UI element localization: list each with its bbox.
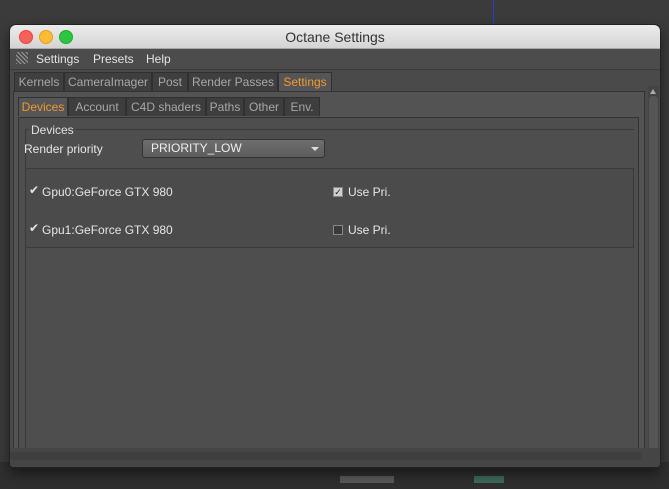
scroll-up-icon[interactable] bbox=[650, 89, 656, 94]
tab-kernels[interactable]: Kernels bbox=[14, 72, 64, 91]
tab-paths[interactable]: Paths bbox=[206, 97, 244, 116]
gpu0-enabled-check-icon[interactable]: ✔ bbox=[29, 183, 39, 197]
gpu1-use-pri-checkbox[interactable] bbox=[333, 225, 343, 235]
tab-env[interactable]: Env. bbox=[284, 97, 320, 116]
background-line bbox=[493, 0, 494, 26]
menu-settings[interactable]: Settings bbox=[36, 52, 79, 66]
gpu0-name: Gpu0:GeForce GTX 980 bbox=[42, 185, 173, 199]
menu-bar: Settings Presets Help bbox=[10, 49, 660, 70]
gpu1-name: Gpu1:GeForce GTX 980 bbox=[42, 223, 173, 237]
render-priority-value: PRIORITY_LOW bbox=[151, 141, 242, 155]
gpu0-use-pri-label: Use Pri. bbox=[348, 185, 391, 199]
tab-post[interactable]: Post bbox=[152, 72, 188, 91]
vertical-scrollbar[interactable] bbox=[648, 86, 659, 466]
tab-other[interactable]: Other bbox=[244, 97, 284, 116]
background-blob bbox=[340, 476, 394, 483]
window-title: Octane Settings bbox=[285, 29, 385, 45]
menu-presets[interactable]: Presets bbox=[93, 52, 134, 66]
tab-account[interactable]: Account bbox=[68, 97, 126, 116]
background-blob bbox=[474, 476, 504, 483]
menu-help[interactable]: Help bbox=[146, 52, 171, 66]
gpu1-use-pri-label: Use Pri. bbox=[348, 223, 391, 237]
status-bar bbox=[10, 448, 660, 467]
tab-cameraimager[interactable]: CameraImager bbox=[64, 72, 152, 91]
tab-c4d-shaders[interactable]: C4D shaders bbox=[126, 97, 206, 116]
devices-panel: Devices Render priority PRIORITY_LOW ✔ G… bbox=[18, 117, 639, 461]
settings-panel: Devices Account C4D shaders Paths Other … bbox=[13, 91, 645, 465]
render-priority-label: Render priority bbox=[24, 142, 103, 156]
grip-icon[interactable] bbox=[16, 52, 28, 64]
render-priority-dropdown[interactable]: PRIORITY_LOW bbox=[142, 139, 325, 158]
tab-render-passes[interactable]: Render Passes bbox=[188, 72, 278, 91]
gpu0-use-pri-checkbox[interactable]: ✓ bbox=[333, 187, 343, 197]
chevron-down-icon bbox=[311, 147, 319, 151]
scroll-thumb[interactable] bbox=[649, 96, 658, 456]
tab-devices[interactable]: Devices bbox=[18, 97, 68, 116]
gpu-list: ✔ Gpu0:GeForce GTX 980 ✓ Use Pri. ✔ Gpu1… bbox=[25, 168, 634, 248]
horizontal-scrollbar[interactable] bbox=[10, 452, 642, 460]
devices-group-title: Devices bbox=[29, 123, 76, 137]
tab-settings[interactable]: Settings bbox=[278, 72, 332, 91]
octane-settings-window: Octane Settings Settings Presets Help Ke… bbox=[10, 25, 660, 467]
title-bar[interactable]: Octane Settings bbox=[10, 25, 660, 49]
gpu1-enabled-check-icon[interactable]: ✔ bbox=[29, 221, 39, 235]
